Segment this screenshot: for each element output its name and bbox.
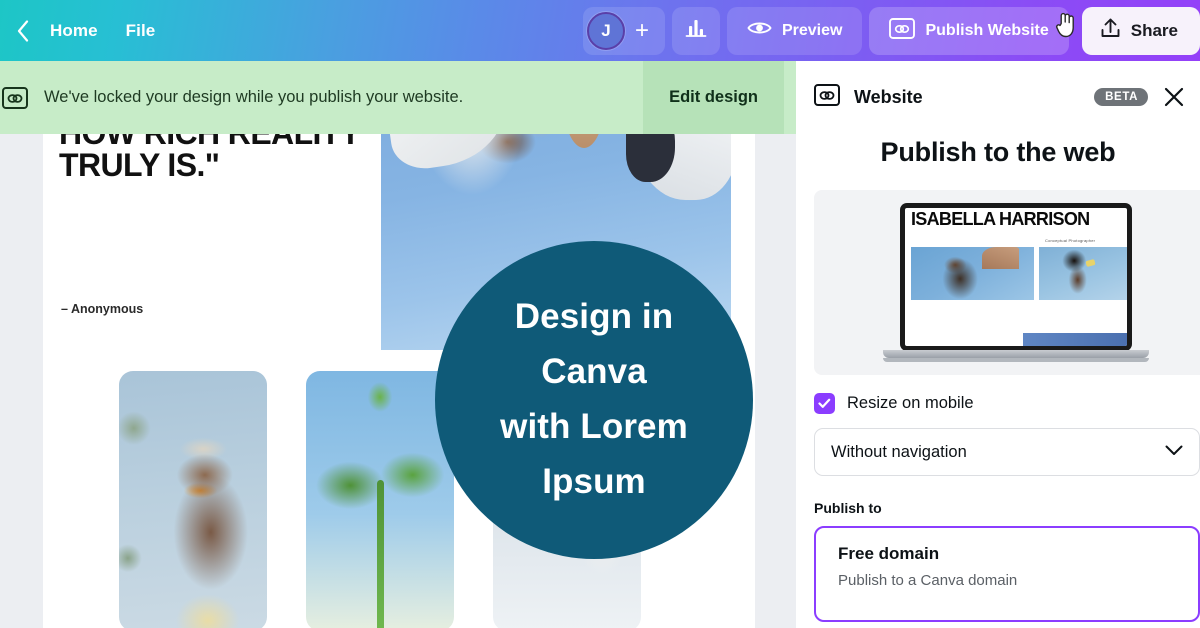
resize-on-mobile-label: Resize on mobile [847, 394, 974, 412]
resize-on-mobile-row[interactable]: Resize on mobile [814, 393, 1200, 414]
publish-heading: Publish to the web [880, 137, 1116, 167]
preview-photo-left [911, 247, 1034, 300]
site-preview: ISABELLA HARRISON Conceptual Photographe… [814, 190, 1200, 375]
website-icon [814, 83, 840, 111]
eye-icon [747, 19, 772, 42]
panel-header: Website BETA [796, 61, 1200, 133]
publish-to-label: Publish to [814, 500, 882, 516]
overlay-badge: Design in Canva with Lorem Ipsum [435, 241, 753, 559]
add-collaborator-button[interactable]: + [627, 12, 657, 50]
preview-scroll-band [1023, 333, 1127, 346]
upload-icon [1100, 17, 1121, 44]
laptop-mockup: ISABELLA HARRISON Conceptual Photographe… [883, 203, 1149, 362]
preview-photo-detail [1085, 258, 1096, 267]
preview-button[interactable]: Preview [726, 6, 863, 55]
publish-website-label: Publish Website [925, 21, 1049, 39]
preview-photo-detail [982, 247, 1020, 270]
toolbar-left-group: Home File [0, 13, 169, 49]
photo-fill [119, 371, 267, 628]
design-locked-notice: We've locked your design while you publi… [0, 61, 796, 134]
green-leaf-photo[interactable] [306, 371, 454, 628]
panel-title-label: Website [854, 86, 923, 107]
preview-site-name: ISABELLA HARRISON [911, 209, 1090, 229]
free-domain-subtitle: Publish to a Canva domain [838, 572, 1018, 589]
insights-button[interactable] [671, 6, 720, 55]
preview-photo-right [1039, 247, 1127, 300]
preview-label: Preview [781, 21, 843, 39]
website-icon [889, 17, 916, 44]
toolbar-right-group: J + Preview Publish Website Share [582, 0, 1200, 61]
share-label: Share [1130, 20, 1178, 40]
website-icon [0, 86, 28, 109]
home-menu-item[interactable]: Home [36, 13, 112, 49]
file-menu-item[interactable]: File [112, 13, 170, 49]
chevron-down-icon [1165, 443, 1183, 461]
free-domain-title: Free domain [838, 544, 940, 563]
beta-badge: BETA [1094, 88, 1148, 106]
editor-toolbar: Home File J + Preview Publish Website Sh… [0, 0, 1200, 61]
chevron-left-icon[interactable] [10, 16, 36, 46]
avatar[interactable]: J [586, 11, 625, 50]
collaborators-group[interactable]: J + [582, 6, 665, 55]
woman-sunglasses-photo[interactable] [119, 371, 267, 628]
photo-detail-stem [377, 480, 385, 628]
navigation-select[interactable]: Without navigation [814, 428, 1200, 476]
publish-website-panel: Website BETA Publish to the web ISABELLA… [796, 61, 1200, 628]
laptop-screen: ISABELLA HARRISON Conceptual Photographe… [900, 203, 1132, 351]
free-domain-option[interactable]: Free domain Publish to a Canva domain [814, 526, 1200, 622]
preview-site-tagline: Conceptual Photographer [1045, 238, 1096, 243]
laptop-screen-content: ISABELLA HARRISON Conceptual Photographe… [905, 208, 1127, 346]
edit-design-button[interactable]: Edit design [643, 61, 784, 134]
navigation-select-value: Without navigation [831, 442, 967, 461]
laptop-foot [883, 358, 1149, 362]
resize-on-mobile-checkbox[interactable] [814, 393, 835, 414]
close-icon[interactable] [1160, 83, 1188, 111]
laptop-base [883, 350, 1149, 358]
quote-attribution: – Anonymous [61, 302, 144, 316]
share-button[interactable]: Share [1081, 6, 1200, 55]
notice-message: We've locked your design while you publi… [44, 88, 464, 106]
overlay-text: Design in Canva with Lorem Ipsum [500, 297, 688, 501]
bar-chart-icon [685, 17, 707, 44]
publish-website-button[interactable]: Publish Website [869, 6, 1069, 55]
canva-editor-screen: IMAGE, FREEZING A MOMENT, REVEALS HOW RI… [0, 0, 1200, 628]
design-workspace[interactable]: IMAGE, FREEZING A MOMENT, REVEALS HOW RI… [0, 61, 796, 628]
